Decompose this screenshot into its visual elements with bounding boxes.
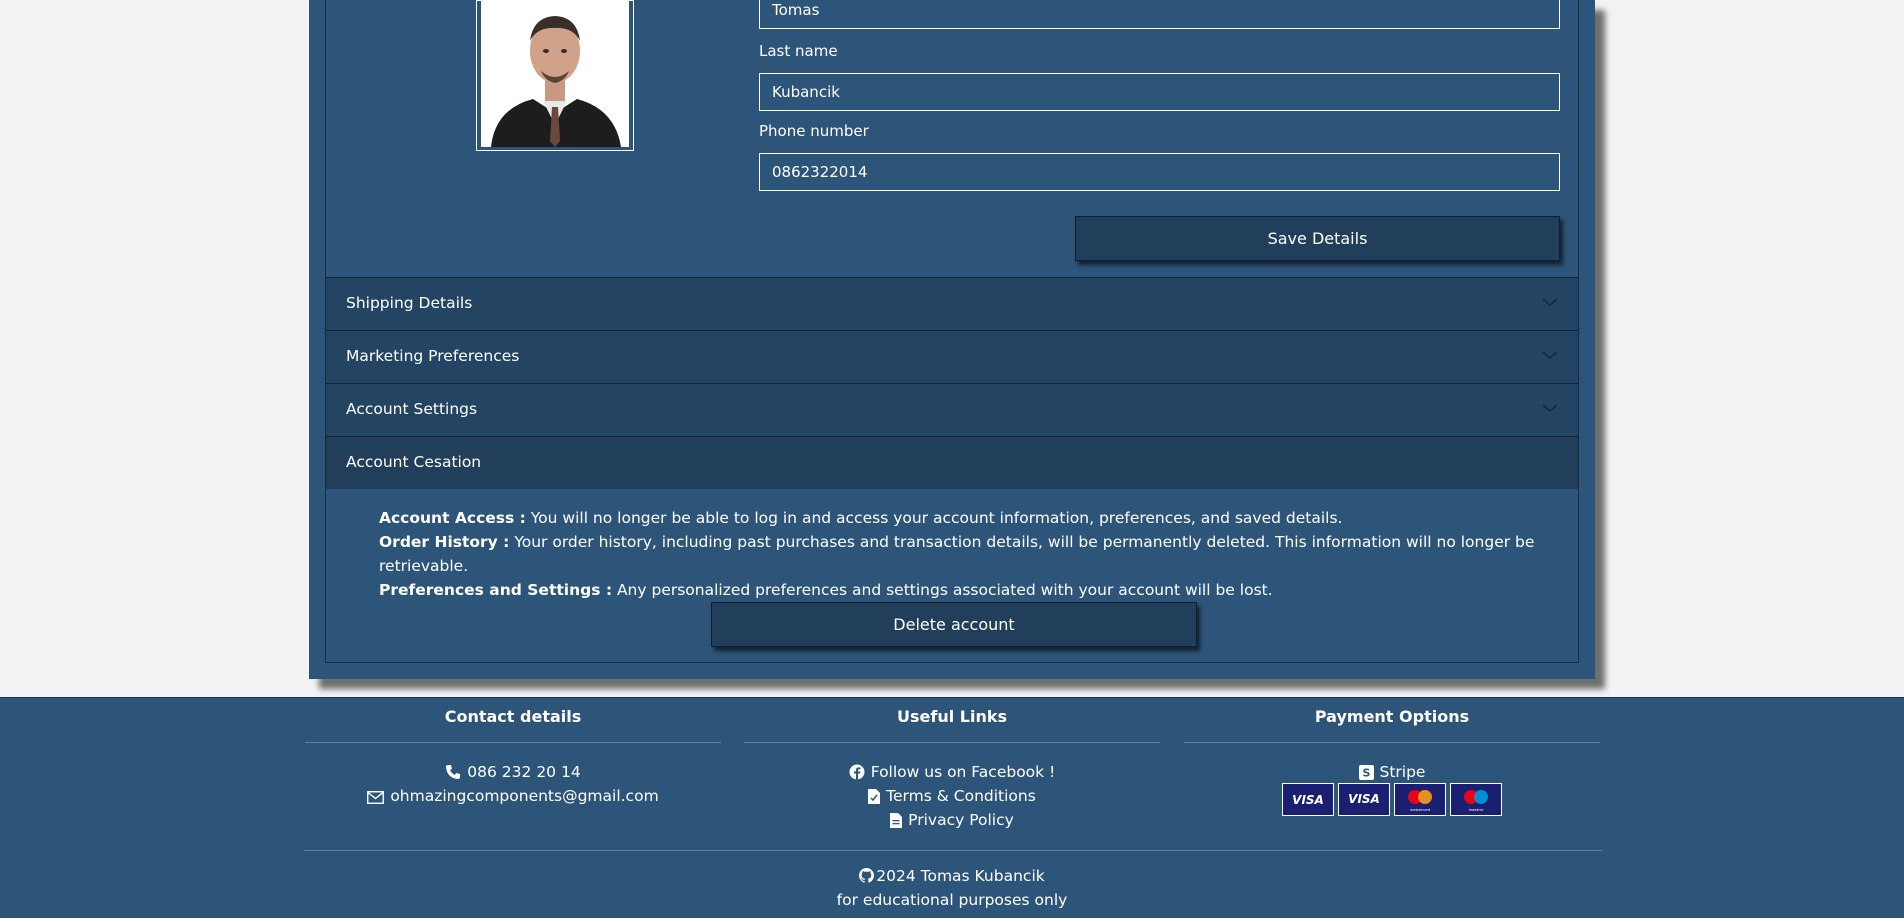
footer-links-heading: Useful Links: [896, 707, 1007, 726]
stripe-text: Stripe: [1379, 763, 1426, 781]
svg-text:mastercard: mastercard: [1410, 808, 1430, 812]
cessation-item-preferences: Preferences and Settings : Any personali…: [379, 578, 1569, 602]
terms-link-text: Terms & Conditions: [886, 787, 1036, 805]
divider: [304, 850, 1602, 851]
chevron-down-icon: [1542, 404, 1558, 413]
privacy-link-text: Privacy Policy: [908, 811, 1014, 829]
footer-email-text: ohmazingcomponents@gmail.com: [390, 787, 659, 805]
cessation-text: Any personalized preferences and setting…: [612, 581, 1273, 599]
visa-logo: VISA: [1282, 783, 1334, 816]
phone-number-label: Phone number: [759, 122, 869, 140]
copyright-text: 2024 Tomas Kubancik: [876, 867, 1045, 885]
divider: [1184, 742, 1600, 743]
maestro-logo: maestro: [1450, 783, 1502, 816]
svg-text:VISA: VISA: [1292, 793, 1324, 807]
cessation-item-order-history: Order History : Your order history, incl…: [379, 530, 1569, 578]
save-details-button[interactable]: Save Details: [1075, 216, 1560, 261]
footer-payment-heading: Payment Options: [1314, 707, 1470, 726]
footer-contact-column: Contact details 086 232 20 14 ohmazingco…: [305, 698, 721, 805]
site-footer: Contact details 086 232 20 14 ohmazingco…: [0, 697, 1904, 918]
footer-links-column: Useful Links Follow us on Facebook ! Ter…: [744, 698, 1160, 829]
accordion-marketing-preferences[interactable]: Marketing Preferences: [326, 330, 1578, 383]
stripe-option: S Stripe: [1184, 763, 1600, 781]
accordion-account-settings[interactable]: Account Settings: [326, 383, 1578, 436]
footer-payment-column: Payment Options S Stripe VISA VISA master…: [1184, 698, 1600, 816]
facebook-link-text: Follow us on Facebook !: [870, 763, 1056, 781]
mastercard-logo: mastercard: [1394, 783, 1446, 816]
facebook-icon: [849, 764, 865, 780]
accordion-cessation-label: Account Cesation: [346, 453, 482, 471]
visa-electron-logo: VISA: [1338, 783, 1390, 816]
cessation-term: Order History :: [379, 533, 510, 551]
profile-photo: [481, 1, 629, 147]
payment-card-logos: VISA VISA mastercard maestro: [1282, 783, 1502, 816]
cessation-item-account-access: Account Access : You will no longer be a…: [379, 506, 1569, 530]
delete-account-button[interactable]: Delete account: [711, 602, 1197, 647]
accordion-shipping-label: Shipping Details: [346, 294, 473, 312]
profile-card: Tomas Last name Kubancik Phone number 08…: [309, 0, 1595, 679]
document-icon: [868, 789, 881, 804]
svg-text:maestro: maestro: [1469, 808, 1484, 812]
copyright[interactable]: 2024 Tomas Kubancik: [0, 867, 1904, 885]
privacy-link[interactable]: Privacy Policy: [744, 811, 1160, 829]
cessation-text: You will no longer be able to log in and…: [525, 509, 1343, 527]
svg-text:S: S: [1362, 767, 1370, 780]
chevron-down-icon: [1542, 351, 1558, 360]
footer-phone: 086 232 20 14: [305, 763, 721, 781]
cessation-text: Your order history, including past purch…: [379, 533, 1535, 575]
accordion-marketing-label: Marketing Preferences: [346, 347, 520, 365]
divider: [305, 742, 721, 743]
accordion-account-cessation[interactable]: Account Cesation: [326, 436, 1578, 489]
profile-card-inner: Tomas Last name Kubancik Phone number 08…: [325, 0, 1579, 663]
terms-link[interactable]: Terms & Conditions: [744, 787, 1160, 805]
svg-text:VISA: VISA: [1348, 792, 1380, 806]
footer-email[interactable]: ohmazingcomponents@gmail.com: [305, 787, 721, 805]
accordion-settings-label: Account Settings: [346, 400, 478, 418]
chevron-down-icon: [1542, 298, 1558, 307]
first-name-field[interactable]: Tomas: [759, 0, 1560, 29]
educational-note: for educational purposes only: [836, 891, 1068, 909]
stripe-icon: S: [1358, 765, 1374, 780]
last-name-field[interactable]: Kubancik: [759, 73, 1560, 111]
footer-phone-text: 086 232 20 14: [467, 763, 581, 781]
cessation-term: Account Access :: [379, 509, 526, 527]
phone-number-field[interactable]: 0862322014: [759, 153, 1560, 191]
accordion-shipping-details[interactable]: Shipping Details: [326, 277, 1578, 330]
cessation-details: Account Access : You will no longer be a…: [379, 506, 1569, 602]
facebook-link[interactable]: Follow us on Facebook !: [744, 763, 1160, 781]
document-text-icon: [890, 813, 903, 828]
footer-contact-heading: Contact details: [444, 707, 582, 726]
cessation-term: Preferences and Settings :: [379, 581, 613, 599]
phone-icon: [446, 765, 461, 779]
last-name-label: Last name: [759, 42, 838, 60]
profile-photo-frame: [476, 0, 634, 151]
github-icon: [859, 868, 875, 883]
divider: [744, 742, 1160, 743]
envelope-icon: [367, 791, 385, 804]
